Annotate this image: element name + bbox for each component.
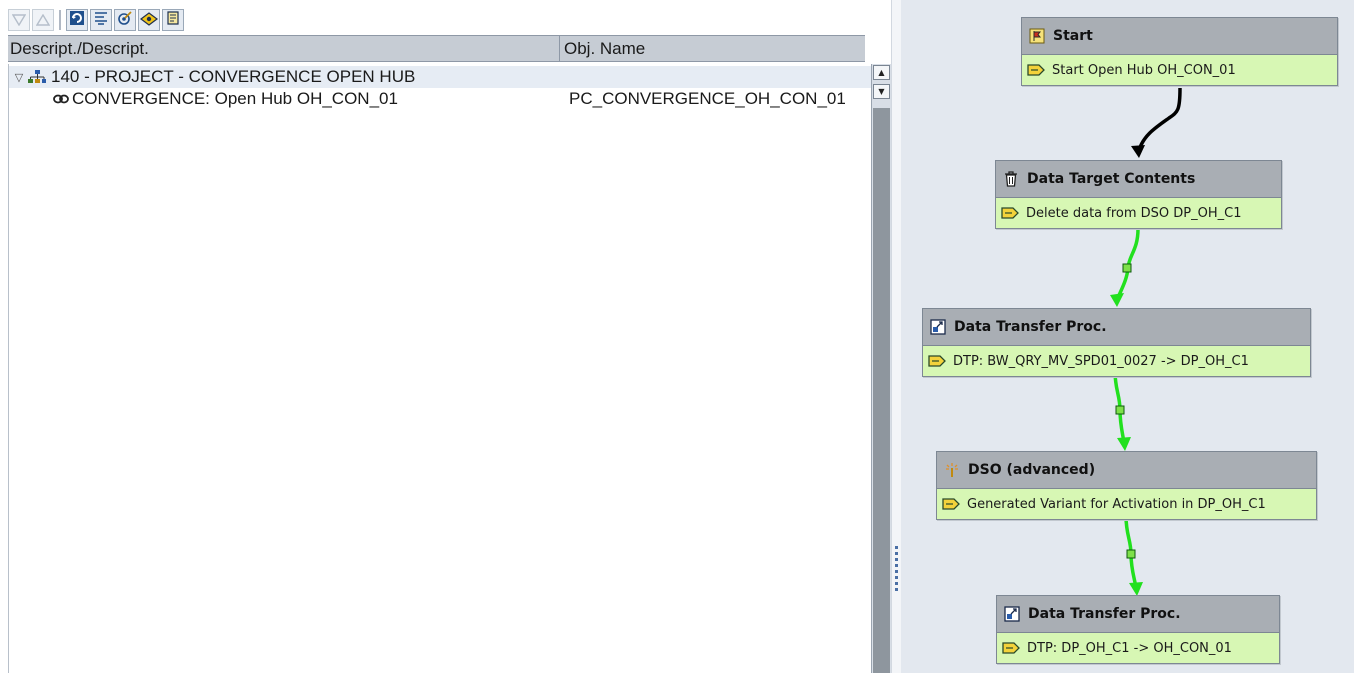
scroll-track[interactable] <box>873 108 890 673</box>
node-variant[interactable]: DTP: BW_QRY_MV_SPD01_0027 -> DP_OH_C1 <box>923 346 1310 376</box>
node-title-bar: Start <box>1022 18 1337 55</box>
link-status-marker <box>1115 405 1125 415</box>
node-title-bar: DSO (advanced) <box>937 452 1316 489</box>
arrowhead-dso-to-dtp2 <box>1129 582 1143 596</box>
node-title: Data Target Contents <box>1027 171 1196 187</box>
start-flag-icon <box>1028 27 1046 45</box>
filter-icon <box>93 10 109 30</box>
document-button[interactable] <box>162 9 184 31</box>
tree-node-project[interactable]: ▽ 140 - PROJECT - CONVERGENCE OPEN HUB <box>9 66 872 88</box>
node-variant-label: Generated Variant for Activation in DP_O… <box>967 496 1266 512</box>
chain-node-dtp-1[interactable]: Data Transfer Proc. DTP: BW_QRY_MV_SPD01… <box>922 308 1311 377</box>
tree-node-label: 140 - PROJECT - CONVERGENCE OPEN HUB <box>51 67 416 86</box>
expand-toggle-icon[interactable]: ▽ <box>11 71 27 84</box>
tree-column-header: Descript./Descript. Obj. Name <box>8 35 865 62</box>
expand-all-icon <box>11 11 27 30</box>
tree-node-process-chain[interactable]: CONVERGENCE: Open Hub OH_CON_01 PC_CONVE… <box>9 88 872 110</box>
arrowhead-delete-to-dtp1 <box>1110 293 1124 307</box>
process-chain-canvas[interactable]: Start Start Open Hub OH_CON_01 Data Targ… <box>901 0 1354 673</box>
node-title-bar: Data Transfer Proc. <box>997 596 1279 633</box>
filter-button[interactable] <box>90 9 112 31</box>
expand-all-button[interactable] <box>8 9 30 31</box>
node-title-bar: Data Transfer Proc. <box>923 309 1310 346</box>
refresh-button[interactable] <box>66 9 88 31</box>
variant-icon <box>1002 640 1020 656</box>
process-chain-tree-pane: Descript./Descript. Obj. Name ▽ 140 - PR… <box>0 0 891 673</box>
node-variant[interactable]: DTP: DP_OH_C1 -> OH_CON_01 <box>997 633 1279 663</box>
node-variant-label: DTP: BW_QRY_MV_SPD01_0027 -> DP_OH_C1 <box>953 353 1249 369</box>
process-chain-tree: ▽ 140 - PROJECT - CONVERGENCE OPEN HUB C… <box>8 64 872 673</box>
node-variant-label: DTP: DP_OH_C1 -> OH_CON_01 <box>1027 640 1232 656</box>
tree-node-obj-name: PC_CONVERGENCE_OH_CON_01 <box>569 89 846 108</box>
column-header-description[interactable]: Descript./Descript. <box>8 36 560 61</box>
node-title-bar: Data Target Contents <box>996 161 1281 198</box>
trash-icon <box>1002 170 1020 188</box>
node-variant[interactable]: Generated Variant for Activation in DP_O… <box>937 489 1316 519</box>
splitter-grip-icon[interactable] <box>895 546 898 592</box>
tree-vertical-scrollbar[interactable]: ▲ ▼ <box>871 64 891 673</box>
scroll-down-button[interactable]: ▼ <box>873 84 890 99</box>
scroll-up-button[interactable]: ▲ <box>873 65 890 80</box>
node-variant[interactable]: Delete data from DSO DP_OH_C1 <box>996 198 1281 228</box>
connector-start-to-delete <box>1137 87 1182 151</box>
variant-icon <box>1001 205 1019 221</box>
link-status-marker <box>1122 263 1132 273</box>
node-variant[interactable]: Start Open Hub OH_CON_01 <box>1022 55 1337 85</box>
collapse-all-button[interactable] <box>32 9 54 31</box>
chain-node-data-target-contents[interactable]: Data Target Contents Delete data from DS… <box>995 160 1282 229</box>
activation-wand-icon <box>943 461 961 479</box>
chain-node-start[interactable]: Start Start Open Hub OH_CON_01 <box>1021 17 1338 86</box>
dtp-icon <box>1003 605 1021 623</box>
eye-icon <box>140 11 158 30</box>
collapse-all-icon <box>35 11 51 30</box>
project-hierarchy-icon <box>27 68 47 86</box>
pane-splitter[interactable] <box>891 0 901 673</box>
variant-icon <box>928 353 946 369</box>
link-status-marker <box>1126 549 1136 559</box>
toolbar-separator <box>59 10 61 30</box>
variant-icon <box>1027 62 1045 78</box>
column-header-obj-name[interactable]: Obj. Name <box>560 36 865 61</box>
node-title: Data Transfer Proc. <box>1028 606 1181 622</box>
arrowhead-start-to-delete <box>1131 145 1145 158</box>
node-title: Start <box>1053 28 1093 44</box>
display-button[interactable] <box>138 9 160 31</box>
refresh-icon <box>69 10 85 30</box>
tree-node-label: CONVERGENCE: Open Hub OH_CON_01 <box>72 89 398 108</box>
target-button[interactable] <box>114 9 136 31</box>
node-variant-label: Start Open Hub OH_CON_01 <box>1052 62 1236 78</box>
arrowhead-dtp1-to-dso <box>1117 437 1131 451</box>
variant-icon <box>942 496 960 512</box>
chain-link-icon <box>53 90 69 108</box>
target-icon <box>117 10 133 30</box>
chain-node-dtp-2[interactable]: Data Transfer Proc. DTP: DP_OH_C1 -> OH_… <box>996 595 1280 664</box>
chain-node-dso-activation[interactable]: DSO (advanced) Generated Variant for Act… <box>936 451 1317 520</box>
node-variant-label: Delete data from DSO DP_OH_C1 <box>1026 205 1242 221</box>
dtp-icon <box>929 318 947 336</box>
tree-toolbar <box>8 7 184 33</box>
document-icon <box>165 10 181 30</box>
node-title: DSO (advanced) <box>968 462 1096 478</box>
node-title: Data Transfer Proc. <box>954 319 1107 335</box>
